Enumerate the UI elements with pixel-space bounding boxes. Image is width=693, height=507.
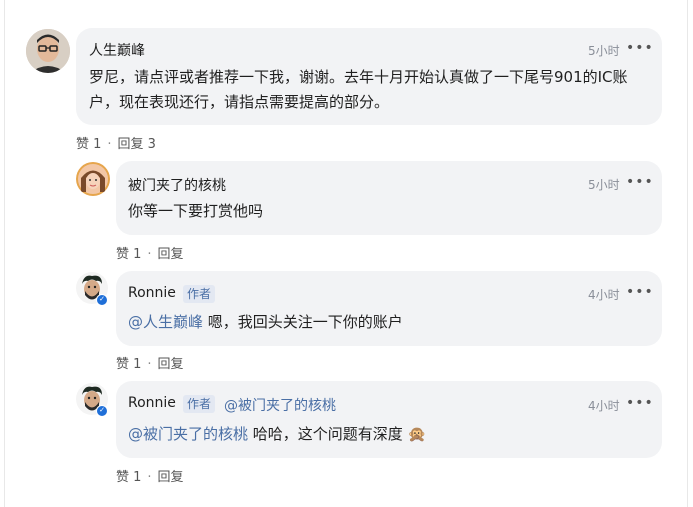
comment-time: 4小时: [588, 399, 620, 413]
reply-button[interactable]: 回复: [158, 357, 184, 372]
comment-author[interactable]: Ronnie: [128, 285, 176, 301]
comment-time: 5小时: [588, 178, 620, 192]
author-badge: 作者: [183, 285, 216, 303]
mention-link[interactable]: @人生巅峰: [128, 313, 203, 331]
author-badge: 作者: [183, 395, 216, 413]
comment-time: 4小时: [588, 288, 620, 302]
more-options-icon[interactable]: •••: [626, 395, 654, 411]
avatar[interactable]: [76, 162, 110, 196]
reply-to-mention[interactable]: @被门夹了的核桃: [224, 395, 336, 415]
comment-body: 哈哈，这个问题有深度: [248, 425, 403, 443]
monkey-emoji-icon: 🙊: [407, 425, 427, 443]
mention-link[interactable]: @被门夹了的核桃: [128, 425, 248, 443]
comment-body: 嗯，我回头关注一下你的账户: [203, 313, 403, 331]
comment-author[interactable]: 被门夹了的核桃: [128, 175, 226, 195]
comment-actions: 赞 1 · 回复: [116, 247, 184, 262]
comment-actions: 赞 1 · 回复: [116, 357, 184, 372]
comment-text: @人生巅峰 嗯，我回头关注一下你的账户: [128, 310, 403, 335]
comment-text: 你等一下要打赏他吗: [128, 202, 264, 220]
verified-icon: ✓: [96, 294, 108, 306]
avatar[interactable]: [26, 29, 70, 73]
person-photo-icon: [76, 162, 110, 196]
reply-button[interactable]: 回复 3: [118, 137, 156, 152]
reply-button[interactable]: 回复: [158, 247, 184, 262]
comment-author[interactable]: 人生巅峰: [89, 40, 145, 60]
more-options-icon[interactable]: •••: [626, 174, 654, 190]
comment-text: 罗尼，请点评或者推荐一下我，谢谢。去年十月开始认真做了一下尾号901的IC账户，…: [89, 68, 628, 111]
more-options-icon[interactable]: •••: [626, 284, 654, 300]
comment-time: 5小时: [588, 44, 620, 58]
more-options-icon[interactable]: •••: [626, 40, 654, 56]
like-button[interactable]: 赞 1: [116, 357, 141, 372]
comment-text: @被门夹了的核桃 哈哈，这个问题有深度 🙊: [128, 422, 426, 447]
like-button[interactable]: 赞 1: [76, 137, 101, 152]
like-button[interactable]: 赞 1: [116, 470, 141, 485]
like-button[interactable]: 赞 1: [116, 247, 141, 262]
verified-icon: ✓: [96, 405, 108, 417]
reply-button[interactable]: 回复: [158, 470, 184, 485]
comment-actions: 赞 1 · 回复: [116, 470, 184, 485]
person-photo-icon: [26, 29, 70, 73]
comment-author[interactable]: Ronnie: [128, 395, 176, 411]
comment-actions: 赞 1 · 回复 3: [76, 137, 156, 152]
